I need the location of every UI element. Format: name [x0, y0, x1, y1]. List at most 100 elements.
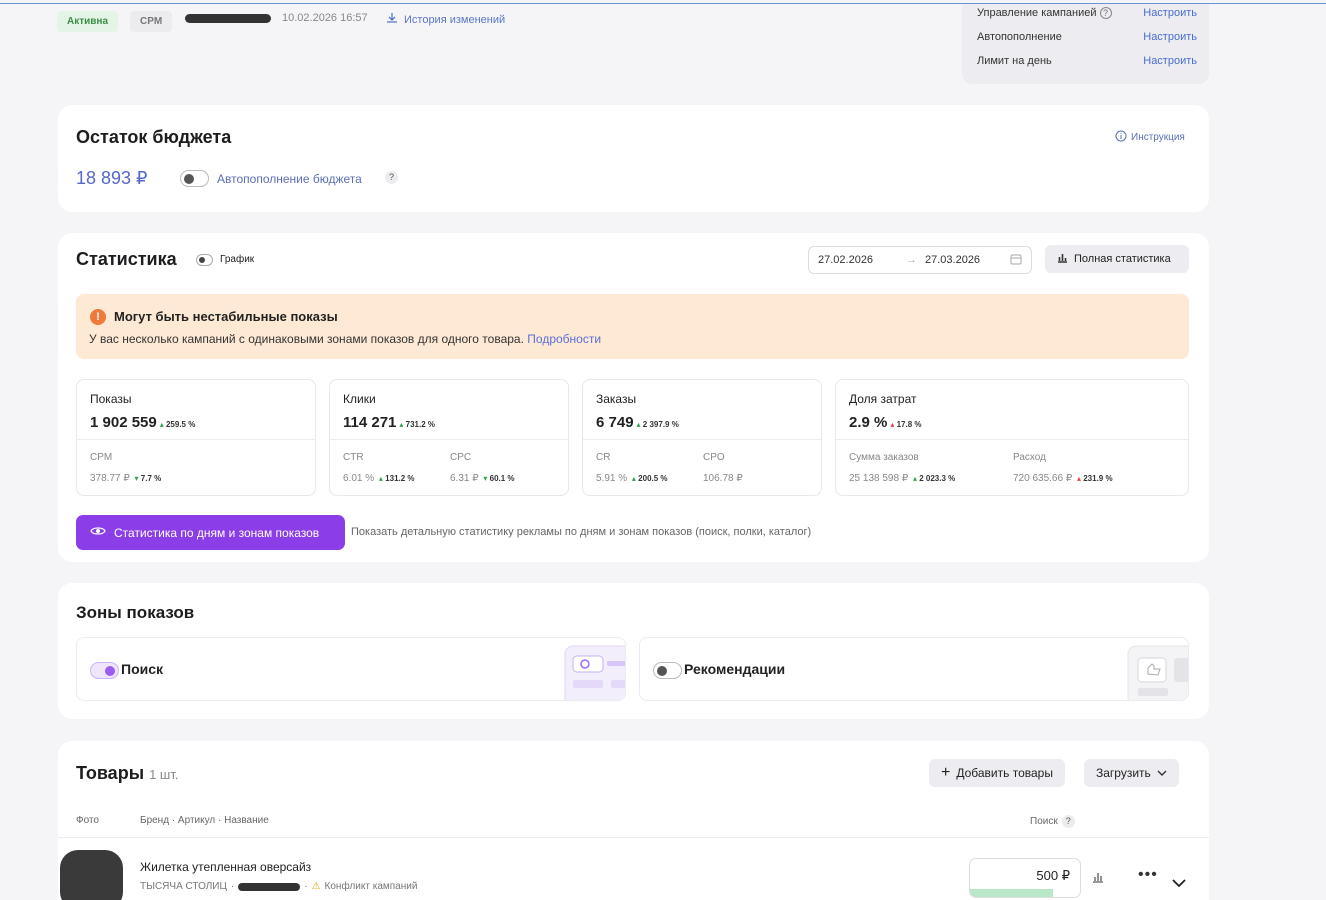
daily-stats-button[interactable]: Статистика по дням и зонам показов	[76, 515, 345, 550]
metric-delta: 259.5 %	[165, 420, 196, 429]
date-from: 27.02.2026	[818, 254, 874, 266]
zone-search-label: Поиск	[121, 661, 164, 677]
help-icon[interactable]: ?	[1099, 7, 1112, 19]
mgmt-row-campaign: Управление кампанией? Настроить	[977, 7, 1197, 19]
metric-delta: 2 397.9 %	[642, 420, 679, 429]
add-products-label: Добавить товары	[956, 766, 1053, 780]
autofill-help-icon[interactable]: ?	[385, 171, 398, 184]
chevron-down-icon	[1157, 767, 1167, 779]
mgmt-label: Управление кампанией	[977, 7, 1097, 19]
metric-value: 2.9 % ▴ 17.8 %	[849, 414, 922, 431]
zone-recommendations-label: Рекомендации	[684, 661, 786, 677]
bid-stats-icon[interactable]	[1092, 870, 1104, 888]
bar-chart-icon	[1057, 252, 1068, 266]
info-icon	[1115, 130, 1127, 145]
mgmt-label: Автопополнение	[977, 31, 1062, 43]
history-link-label: История изменений	[404, 13, 506, 26]
calendar-icon	[1010, 253, 1022, 268]
load-button[interactable]: Загрузить	[1084, 759, 1179, 787]
metric-value: 114 271 ▴ 731.2 %	[343, 414, 436, 431]
instruction-label: Инструкция	[1131, 132, 1185, 143]
mgmt-row-limit: Лимит на день Настроить	[977, 55, 1197, 67]
expand-chevron-icon[interactable]	[1172, 874, 1186, 892]
sub-label: Сумма заказов	[849, 452, 919, 463]
metric-cost-share: Доля затрат 2.9 % ▴ 17.8 % Сумма заказов …	[835, 379, 1189, 496]
sub-label: CR	[596, 452, 611, 463]
arrow-right-icon: →	[906, 254, 917, 266]
date-to: 27.03.2026	[925, 254, 981, 266]
daily-stats-hint: Показать детальную статистику рекламы по…	[351, 526, 812, 538]
status-badge: Активна	[57, 11, 119, 32]
unstable-impressions-alert: ! Могут быть нестабильные показы У вас н…	[76, 294, 1189, 359]
conflict-label[interactable]: Конфликт кампаний	[325, 881, 418, 892]
mgmt-row-autofill: Автопополнение Настроить	[977, 31, 1197, 43]
date-range-picker[interactable]: 27.02.2026 → 27.03.2026	[808, 246, 1032, 274]
table-row[interactable]: Жилетка утепленная оверсайз ТЫСЯЧА СТОЛИ…	[58, 838, 1209, 900]
download-icon	[386, 12, 398, 27]
campaign-datetime: 10.02.2026 16:57	[282, 12, 368, 24]
chart-toggle-label: График	[220, 254, 255, 265]
zones-title: Зоны показов	[76, 603, 195, 622]
configure-autofill-link[interactable]: Настроить	[1143, 31, 1197, 43]
sub-label: CPM	[90, 452, 113, 463]
bid-level-bar	[970, 889, 1053, 897]
load-label: Загрузить	[1096, 766, 1151, 780]
search-illustration-icon	[563, 644, 625, 700]
history-link[interactable]: История изменений	[386, 12, 505, 27]
metric-label: Показы	[90, 392, 132, 406]
sub-label: CPO	[703, 452, 725, 463]
stats-title: Статистика	[76, 249, 177, 269]
eye-icon	[90, 525, 106, 540]
daily-stats-label: Статистика по дням и зонам показов	[114, 525, 320, 540]
autofill-label: Автопополнение бюджета	[217, 172, 362, 186]
more-icon[interactable]: •••	[1138, 866, 1158, 884]
stats-card: Статистика График 27.02.2026 → 27.03.202…	[58, 233, 1209, 562]
products-title: Товары 1 шт.	[76, 763, 179, 783]
alert-text: У вас несколько кампаний с одинаковыми з…	[89, 332, 601, 346]
product-meta: ТЫСЯЧА СТОЛИЦ · · ⚠ Конфликт кампаний	[140, 881, 418, 892]
warning-icon: !	[90, 309, 106, 325]
search-help-icon[interactable]: ?	[1061, 815, 1075, 828]
bid-input[interactable]: 500 ₽	[969, 858, 1081, 898]
metric-delta: 17.8 %	[896, 420, 922, 429]
metric-value: 6 749 ▴ 2 397.9 %	[596, 414, 679, 431]
metric-impressions: Показы 1 902 559 ▴ 259.5 % CPM 378.77 ₽ ▾…	[76, 379, 316, 496]
add-products-button[interactable]: + Добавить товары	[929, 759, 1065, 787]
products-card: Товары 1 шт. + Добавить товары Загрузить…	[58, 741, 1209, 900]
sub-label: CTR	[343, 452, 364, 463]
campaign-header: Активна CPM 10.02.2026 16:57 История изм…	[0, 4, 1326, 96]
redacted-name	[185, 14, 271, 23]
alert-title: Могут быть нестабильные показы	[114, 309, 338, 324]
budget-title: Остаток бюджета	[76, 127, 232, 147]
sub-value: 25 138 598 ₽ ▴ 2 023.3 %	[849, 473, 956, 484]
products-count: 1 шт.	[149, 767, 179, 782]
management-panel: Управление кампанией? Настроить Автопопо…	[962, 4, 1209, 84]
zone-recommendations-toggle[interactable]	[653, 662, 682, 679]
budget-card: Остаток бюджета Инструкция 18 893 ₽ Авто…	[58, 105, 1209, 212]
metric-value: 1 902 559 ▴ 259.5 %	[90, 414, 196, 431]
instruction-link[interactable]: Инструкция	[1115, 130, 1185, 145]
sub-label: Расход	[1013, 452, 1046, 463]
full-stats-button[interactable]: Полная статистика	[1045, 245, 1189, 273]
zone-recommendations[interactable]: Рекомендации	[639, 637, 1189, 701]
sub-value: 720 635.66 ₽ ▴ 231.9 %	[1013, 473, 1113, 484]
autofill-toggle[interactable]	[180, 170, 209, 187]
chart-toggle[interactable]	[196, 254, 213, 266]
configure-limit-link[interactable]: Настроить	[1143, 55, 1197, 67]
sub-value: 106.78 ₽	[703, 473, 743, 484]
recommendations-illustration-icon	[1126, 644, 1188, 700]
redacted-article	[238, 882, 301, 891]
alert-details-link[interactable]: Подробности	[527, 332, 601, 346]
alert-body: У вас несколько кампаний с одинаковыми з…	[89, 332, 524, 346]
configure-campaign-link[interactable]: Настроить	[1143, 7, 1197, 19]
metric-label: Заказы	[596, 392, 637, 406]
zones-card: Зоны показов Поиск Рекомендации	[58, 583, 1209, 719]
product-name[interactable]: Жилетка утепленная оверсайз	[140, 860, 311, 874]
col-name: Бренд · Артикул · Название	[140, 815, 269, 826]
sub-label: CPC	[450, 452, 472, 463]
sub-value: 6.01 % ▴ 131.2 %	[343, 473, 415, 484]
zone-search[interactable]: Поиск	[76, 637, 626, 701]
zone-search-toggle[interactable]	[90, 662, 119, 679]
budget-amount: 18 893 ₽	[76, 168, 148, 188]
col-search: Поиск?	[1030, 815, 1075, 828]
